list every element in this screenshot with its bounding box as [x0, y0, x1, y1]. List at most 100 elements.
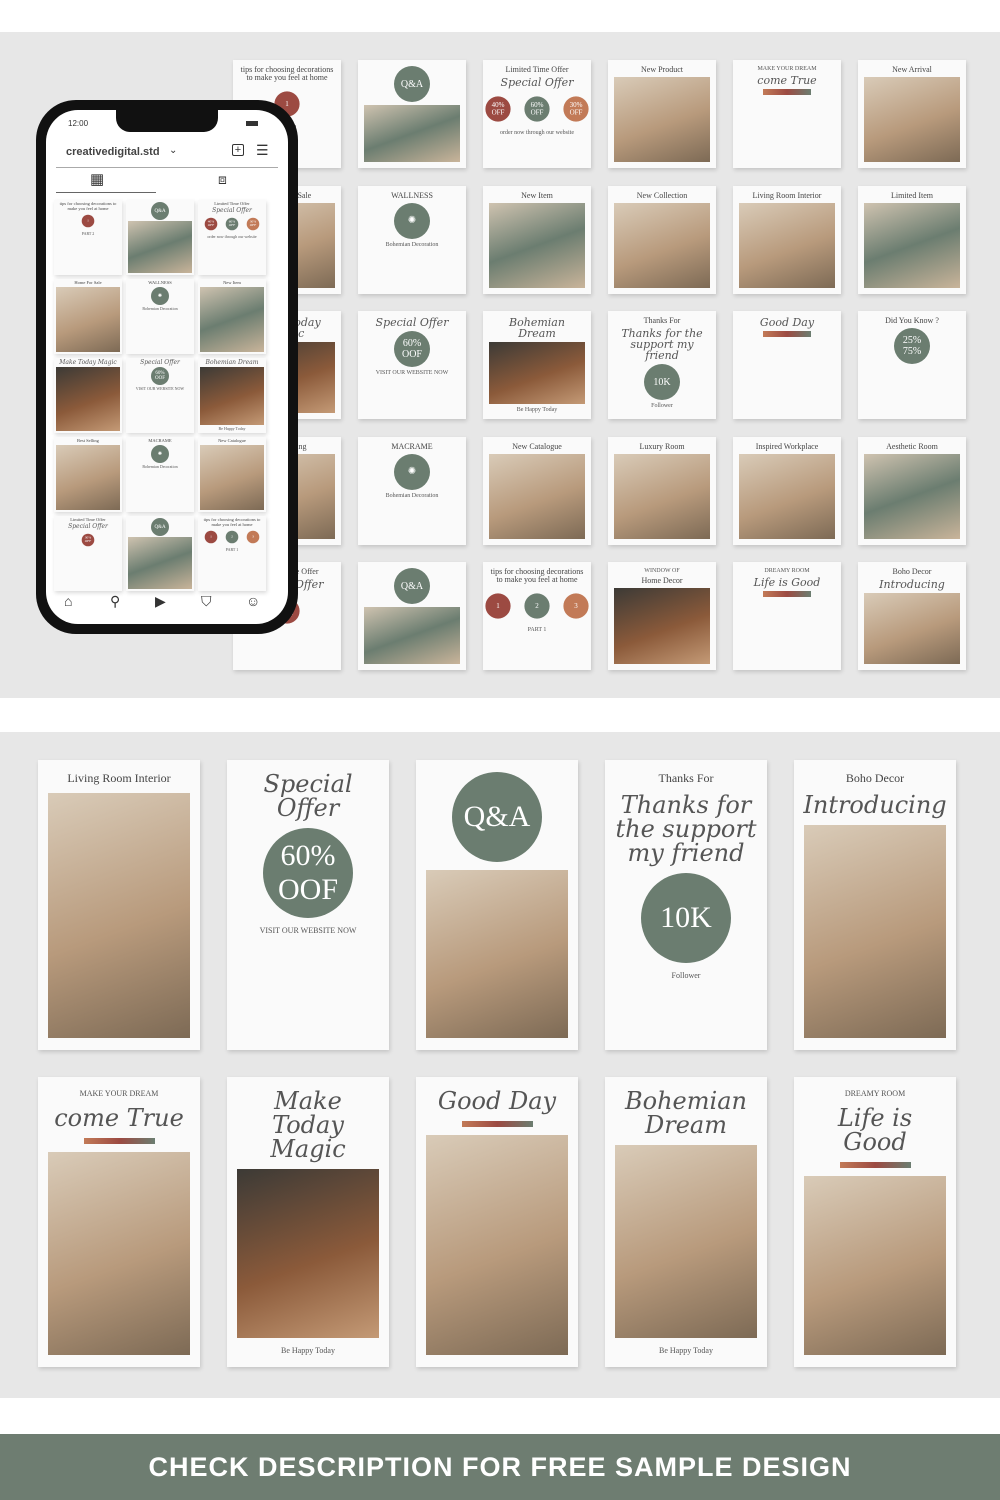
card-title: tips for choosing decorations to make yo…: [240, 65, 334, 83]
offer-badge: 60% OFF: [225, 217, 239, 231]
card-script-text: Special Offer: [375, 316, 449, 329]
template-card: Limited Time OfferSpecial Offer 30% OFF: [54, 516, 122, 591]
card-caption: PART 1: [225, 547, 239, 553]
card-caption: Be Happy Today: [659, 1346, 713, 1355]
card-caption: order now through our website: [207, 233, 257, 239]
offer-labels: 30% OFF: [79, 531, 97, 549]
card-kicker: MAKE YOUR DREAM: [757, 66, 817, 72]
card-script-text: Good Day: [437, 1087, 557, 1115]
card-caption: Follower: [671, 970, 701, 980]
card-title: Limited Time Offer: [214, 201, 250, 206]
offer-badge: 3: [246, 531, 260, 544]
rainbow-decoration: [83, 1138, 155, 1144]
template-card: Bohemian Dream Be Happy Today: [483, 311, 591, 419]
offer-labels: 123: [483, 588, 591, 624]
card-script-text: Special Offer: [212, 206, 252, 214]
rainbow-decoration: [839, 1162, 911, 1168]
template-card: DREAMY ROOM Life is Good: [733, 562, 841, 670]
card-script-text: Life is Good: [837, 1104, 913, 1156]
card-script-text: Special Offer: [263, 770, 353, 822]
battery-icon: [246, 121, 258, 126]
template-card: New Product: [608, 60, 716, 168]
card-badge: 10K: [644, 364, 680, 401]
offer-badge: 40% OFF: [485, 96, 511, 122]
card-script-text: Bohemian Dream: [625, 1087, 747, 1139]
card-script-text: Special Offer: [500, 76, 574, 90]
home-icon[interactable]: ⌂: [64, 594, 72, 608]
card-badge: Q&A: [394, 568, 430, 604]
shop-icon[interactable]: ⛉: [201, 594, 212, 608]
template-card: New Item: [198, 279, 266, 354]
card-title: WALLNESS: [148, 280, 172, 285]
grid-icon[interactable]: ▦: [90, 172, 104, 187]
menu-icon[interactable]: ☰: [256, 143, 269, 157]
tagged-icon[interactable]: ⧈: [218, 172, 227, 186]
template-card: Aesthetic Room: [858, 436, 966, 545]
header-divider: [56, 167, 278, 168]
card-badge: Q&A: [151, 202, 169, 220]
card-title: New Item: [521, 190, 553, 200]
card-script-text: Good Day: [759, 316, 815, 329]
card-caption: Be Happy Today: [218, 426, 246, 431]
card-caption: Bohemian Decoration: [142, 463, 178, 469]
template-card: Special Offer 60% OOF VISIT OUR WEBSITE NO…: [126, 358, 194, 433]
template-card: Best Selling: [54, 437, 122, 512]
card-photo: [426, 870, 568, 1038]
plus-square-icon[interactable]: +: [232, 144, 244, 156]
card-caption: Bohemian Decoration: [142, 305, 178, 311]
card-badge: Q&A: [151, 518, 169, 536]
card-title: New Catalogue: [218, 438, 246, 443]
card-photo: [614, 588, 710, 664]
card-script-text: Thanks for the support my friend: [615, 790, 757, 867]
card-photo: [739, 202, 835, 288]
card-photo: [864, 453, 960, 539]
template-card: MAKE YOUR DREAM come True: [38, 1077, 200, 1367]
chevron-down-icon[interactable]: ⌄: [169, 146, 177, 156]
card-title: Did You Know ?: [885, 316, 939, 325]
card-photo: [804, 824, 946, 1038]
template-card: WALLNESS ✺ Bohemian Decoration: [126, 279, 194, 354]
card-caption: Be Happy Today: [516, 407, 558, 413]
card-photo: [614, 202, 710, 288]
card-script-text: come True: [757, 74, 817, 87]
offer-badge: 1: [81, 215, 95, 228]
template-card: New Catalogue: [483, 436, 591, 545]
card-title: Limited Time Offer: [70, 517, 106, 522]
card-title: New Collection: [636, 190, 688, 200]
template-card: Special Offer 60% OOF VISIT OUR WEBSITE NO…: [358, 311, 466, 419]
template-card: Boho Decor Introducing: [794, 760, 956, 1050]
template-card: Did You Know ? 25% 75%: [858, 311, 966, 419]
search-icon[interactable]: ⚲: [110, 594, 120, 608]
template-card: New Catalogue: [198, 437, 266, 512]
card-script-text: Introducing: [879, 578, 945, 592]
card-caption: Be Happy Today: [281, 1346, 335, 1355]
card-script-text: Make Today Magic: [270, 1087, 346, 1163]
card-script-text: Introducing: [803, 790, 947, 819]
username[interactable]: creativedigital.std: [66, 147, 160, 158]
card-badge: Q&A: [452, 772, 542, 862]
offer-badge: 30% OFF: [563, 96, 589, 122]
card-title: Inspired Workplace: [755, 441, 819, 451]
template-card: Limited Item: [858, 185, 966, 294]
card-title: MACRAME: [391, 441, 433, 451]
card-script-text: Life is Good: [753, 576, 821, 589]
card-script-text: Special Offer: [68, 522, 108, 530]
card-title: Boho Decor: [845, 771, 905, 785]
template-card: Q&A: [126, 516, 194, 591]
template-card: Good Day: [733, 311, 841, 419]
promo-banner: CHECK DESCRIPTION FOR FREE SAMPLE DESIGN: [0, 1434, 1000, 1500]
profile-icon[interactable]: ☺: [246, 594, 260, 608]
reels-icon[interactable]: ▶: [155, 594, 166, 608]
card-photo: [489, 342, 585, 404]
card-title: tips for choosing decorations to make yo…: [490, 567, 584, 585]
card-badge: 60% OOF: [394, 331, 430, 367]
template-card: MAKE YOUR DREAM come True: [733, 60, 841, 168]
card-photo: [864, 593, 960, 664]
card-title: Home For Sale: [74, 280, 102, 285]
card-photo: [128, 221, 192, 273]
grid-tab-underline: [56, 192, 156, 193]
rainbow-decoration: [461, 1121, 533, 1127]
card-title: Aesthetic Room: [886, 441, 938, 451]
offer-badge: 2: [225, 531, 239, 544]
card-kicker: DREAMY ROOM: [844, 1089, 906, 1098]
